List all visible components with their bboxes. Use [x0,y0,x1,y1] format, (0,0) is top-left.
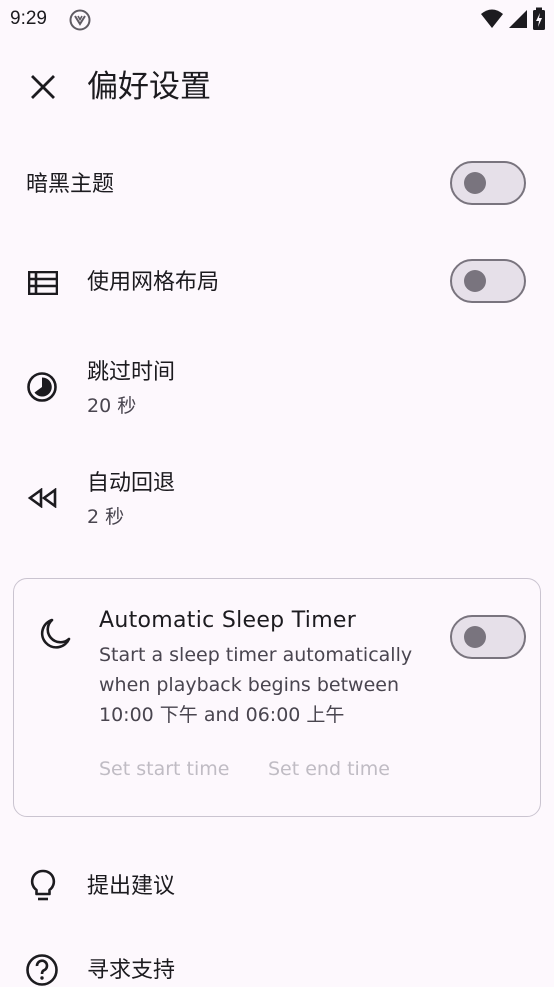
list-icon [26,266,60,300]
set-start-time-button[interactable]: Set start time [99,755,229,783]
sleep-timer-card: Automatic Sleep Timer Start a sleep time… [13,578,541,817]
dark-theme-switch[interactable] [450,161,526,205]
switch-knob [464,172,486,194]
setting-auto-rewind[interactable]: 自动回退 2 秒 [0,460,554,544]
rewind-icon [25,481,59,515]
signal-icon [509,10,527,28]
setting-dark-theme[interactable]: 暗黑主题 [0,150,554,222]
setting-label: 暗黑主题 [26,172,115,197]
moon-icon [38,617,72,651]
setting-label: 使用网格布局 [87,270,220,295]
setting-skip-time[interactable]: 跳过时间 20 秒 [0,348,554,432]
setting-label: 自动回退 [87,471,176,496]
setting-value: 20 秒 [87,395,137,417]
link-suggest[interactable]: 提出建议 [0,856,554,920]
set-end-time-button[interactable]: Set end time [268,755,390,783]
status-bar: 9:29 [0,0,554,40]
description-line: Start a sleep timer automatically [99,644,413,666]
sleep-timer-description: Start a sleep timer automatically when p… [99,640,439,730]
wifi-icon [481,9,503,28]
link-support[interactable]: 寻求支持 [0,944,554,987]
page-title: 偏好设置 [87,69,211,105]
setting-label: 跳过时间 [87,360,176,385]
description-line: 10:00 下午 and 06:00 上午 [99,704,345,726]
battery-icon [533,7,545,30]
close-button[interactable] [20,64,66,110]
setting-grid-layout[interactable]: 使用网格布局 [0,248,554,320]
description-line: when playback begins between [99,674,400,696]
switch-knob [464,626,486,648]
switch-knob [464,270,486,292]
lightbulb-icon [26,869,60,903]
grid-layout-switch[interactable] [450,259,526,303]
status-icons [480,6,546,32]
clock-icon [25,370,59,404]
sleep-timer-title: Automatic Sleep Timer [99,608,357,633]
app-notification-icon [68,8,92,32]
top-app-bar: 偏好设置 [0,56,554,120]
help-icon [25,953,59,987]
link-label: 寻求支持 [87,958,176,983]
status-time: 9:29 [10,8,47,29]
link-label: 提出建议 [87,874,176,899]
sleep-timer-switch[interactable] [450,615,526,659]
setting-value: 2 秒 [87,506,125,528]
close-icon [31,75,55,99]
